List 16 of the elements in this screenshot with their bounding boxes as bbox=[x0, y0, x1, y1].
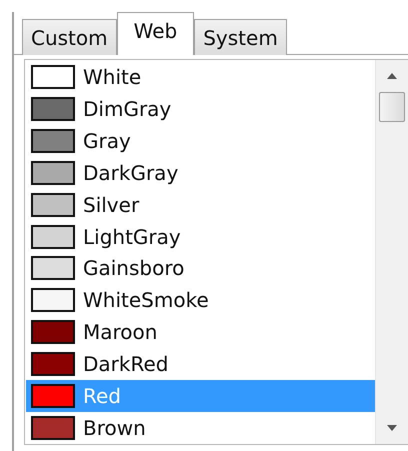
color-item[interactable]: DarkRed bbox=[26, 348, 375, 380]
color-item[interactable]: DimGray bbox=[26, 92, 375, 125]
color-item[interactable]: Silver bbox=[26, 188, 375, 221]
scrollbar[interactable] bbox=[375, 60, 408, 444]
color-item[interactable]: Brown bbox=[26, 412, 375, 444]
color-item[interactable]: Maroon bbox=[26, 316, 375, 348]
color-item[interactable]: Gainsboro bbox=[26, 252, 375, 284]
tab[interactable]: System bbox=[194, 19, 287, 55]
scroll-thumb[interactable] bbox=[379, 92, 405, 122]
color-item[interactable]: Gray bbox=[26, 124, 375, 157]
color-item[interactable]: LightGray bbox=[26, 220, 375, 253]
color-item[interactable]: White bbox=[26, 61, 375, 93]
tab[interactable]: Custom bbox=[22, 19, 117, 55]
tab[interactable]: Web bbox=[116, 12, 194, 55]
color-item[interactable]: DarkGray bbox=[26, 156, 375, 189]
color-item[interactable]: WhiteSmoke bbox=[26, 284, 375, 316]
